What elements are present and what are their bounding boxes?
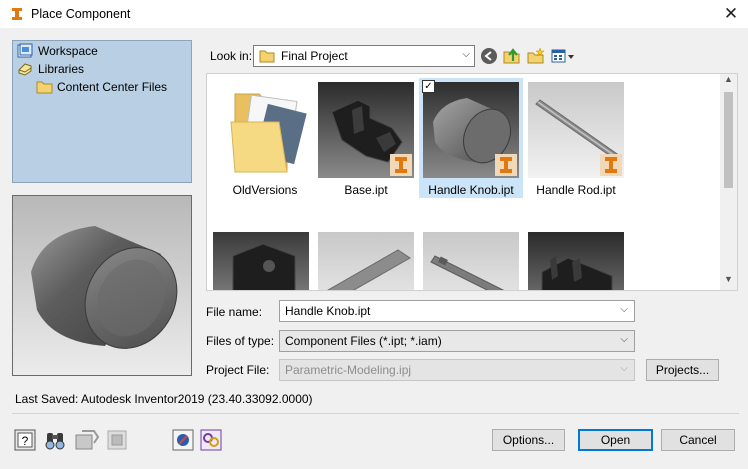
part-thumbnail: [213, 232, 309, 290]
file-name-input[interactable]: Handle Knob.ipt ⌵: [279, 300, 635, 322]
open-button[interactable]: Open: [578, 429, 653, 451]
project-file-value: Parametric-Modeling.ipj: [285, 363, 412, 377]
file-name: Base.ipt: [344, 183, 388, 197]
files-of-type-label: Files of type:: [206, 334, 275, 348]
file-tile[interactable]: [419, 228, 523, 290]
file-name: Handle Rod.ipt: [536, 183, 616, 197]
look-in-label: Look in:: [210, 49, 253, 63]
find-icon[interactable]: [44, 429, 66, 451]
back-icon[interactable]: [480, 47, 498, 65]
new-folder-icon[interactable]: [527, 47, 545, 65]
files-of-type-dropdown[interactable]: Component Files (*.ipt; *.iam) ⌵: [279, 330, 635, 352]
file-name: OldVersions: [232, 183, 298, 197]
place-content-center-files[interactable]: Content Center Files: [36, 78, 167, 96]
place-label: Content Center Files: [57, 80, 168, 94]
chevron-down-icon: ⌵: [462, 49, 470, 60]
projects-button[interactable]: Projects...: [646, 359, 719, 381]
place-label: Workspace: [38, 44, 98, 58]
handle-rod-thumbnail: [528, 82, 624, 178]
file-list[interactable]: OldVersions Base.ipt ✓ Handle Knob.ipt H…: [206, 73, 738, 291]
inventor-part-icon: [390, 154, 412, 176]
file-name-value: Handle Knob.ipt: [285, 304, 371, 318]
ilogic-icon[interactable]: [172, 429, 194, 451]
close-icon: ✕: [723, 4, 739, 23]
place-label: Libraries: [38, 62, 85, 76]
file-tile[interactable]: [314, 228, 418, 290]
file-name-label: File name:: [206, 305, 263, 319]
help-icon[interactable]: ?: [14, 429, 36, 451]
svg-text:?: ?: [22, 434, 29, 448]
last-saved-text: Last Saved: Autodesk Inventor2019 (23.40…: [15, 392, 313, 406]
place-workspace[interactable]: Workspace: [17, 42, 98, 60]
window-title: Place Component: [31, 7, 131, 21]
options-button[interactable]: Options...: [492, 429, 565, 451]
file-tile-oldversions[interactable]: OldVersions: [213, 78, 317, 198]
look-in-value: Final Project: [281, 49, 348, 63]
interchange-icon[interactable]: [200, 429, 222, 451]
chevron-down-icon: ⌵: [620, 363, 628, 374]
part-thumbnail: [528, 232, 624, 290]
divider: [12, 413, 739, 414]
place-libraries[interactable]: Libraries: [17, 60, 84, 78]
selection-checkbox[interactable]: ✓: [422, 80, 435, 93]
scroll-up-icon[interactable]: ▲: [720, 74, 737, 90]
libraries-icon: [18, 63, 32, 76]
look-in-dropdown[interactable]: Final Project ⌵: [253, 45, 475, 67]
file-tile[interactable]: [209, 228, 313, 290]
vertical-scrollbar[interactable]: ▲ ▼: [720, 74, 737, 290]
folder-thumbnail: [217, 82, 313, 178]
close-button[interactable]: ✕: [714, 0, 748, 28]
part-thumbnail: [423, 232, 519, 290]
handle-knob-thumbnail: [423, 82, 519, 178]
views-menu-icon[interactable]: [551, 47, 575, 65]
scrollbar-thumb[interactable]: [724, 92, 733, 188]
inventor-part-icon: [600, 154, 622, 176]
inventor-part-icon: [495, 154, 517, 176]
chevron-down-icon[interactable]: ⌵: [620, 304, 628, 315]
file-name: Handle Knob.ipt: [428, 183, 514, 197]
substitute-icon[interactable]: [74, 429, 100, 451]
project-file-label: Project File:: [206, 363, 270, 377]
file-tile-handle-knob[interactable]: ✓ Handle Knob.ipt: [419, 78, 523, 198]
base-part-thumbnail: [318, 82, 414, 178]
folder-icon: [259, 50, 275, 63]
preview-pane: [12, 195, 192, 376]
files-of-type-value: Component Files (*.ipt; *.iam): [285, 334, 442, 348]
preview-image: [13, 196, 191, 375]
part-thumbnail: [318, 232, 414, 290]
file-tile[interactable]: [524, 228, 628, 290]
up-folder-icon[interactable]: [503, 47, 521, 65]
chevron-down-icon: ⌵: [620, 334, 628, 345]
pattern-icon[interactable]: [106, 429, 128, 451]
places-panel: Workspace Libraries Content Center Files: [12, 40, 192, 183]
folder-icon: [36, 81, 53, 94]
inventor-app-icon: [10, 6, 24, 22]
file-tile-handle-rod[interactable]: Handle Rod.ipt: [524, 78, 628, 198]
cancel-button[interactable]: Cancel: [661, 429, 735, 451]
file-tile-base[interactable]: Base.ipt: [314, 78, 418, 198]
workspace-icon: [17, 43, 33, 58]
title-bar: Place Component ✕: [0, 0, 748, 28]
project-file-dropdown: Parametric-Modeling.ipj ⌵: [279, 359, 635, 381]
scroll-down-icon[interactable]: ▼: [720, 274, 737, 290]
